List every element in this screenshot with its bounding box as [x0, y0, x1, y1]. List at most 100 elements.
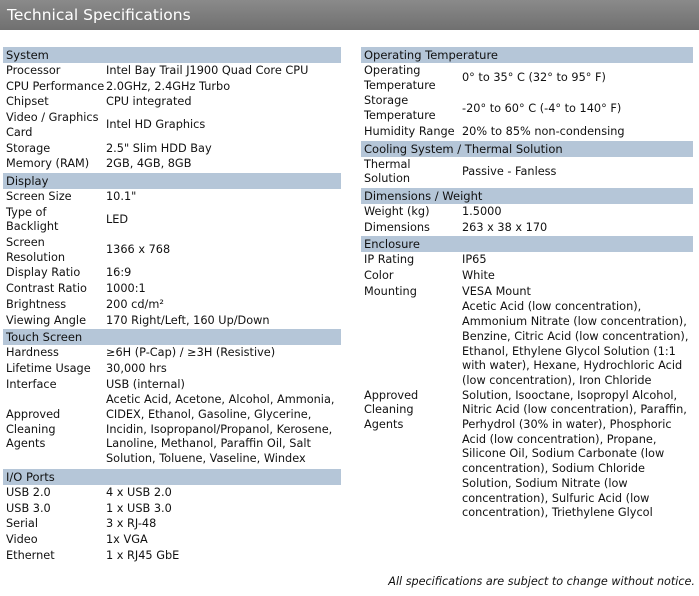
- spec-value: 20% to 85% non-condensing: [462, 124, 625, 138]
- section-header-display: Display: [3, 172, 341, 189]
- spec-row: Weight (kg) 1.5000: [361, 205, 693, 220]
- spec-key: Processor: [6, 64, 61, 77]
- spec-row: Screen Resolution 1366 x 768: [3, 236, 341, 265]
- spec-row: Approved Cleaning Agents Acetic Acid (low…: [361, 300, 693, 521]
- section-header-dimensions-weight: Dimensions / Weight: [361, 187, 693, 204]
- spec-key: Hardness: [6, 346, 59, 360]
- spec-value: LED: [106, 212, 129, 226]
- spec-row: Mounting VESA Mount: [361, 285, 693, 300]
- section-header-operating-temperature: Operating Temperature: [361, 47, 693, 63]
- spec-row: Storage 2.5" Slim HDD Bay: [3, 142, 341, 157]
- spec-key: Video / Graphics Card: [6, 111, 99, 139]
- spec-row: Brightness 200 cd/m²: [3, 298, 341, 313]
- spec-value: IP65: [462, 253, 487, 267]
- spec-row: Display Ratio 16:9: [3, 266, 341, 281]
- spec-row: Approved Cleaning Agents Acetic Acid, Ace…: [3, 393, 341, 467]
- spec-key: Ethernet: [6, 548, 55, 562]
- spec-row: CPU Performance 2.0GHz, 2.4GHz Turbo: [3, 80, 341, 95]
- spec-value: CPU integrated: [106, 95, 192, 109]
- spec-key: Screen Resolution: [6, 236, 66, 264]
- spec-key: Humidity Range: [364, 124, 455, 138]
- spec-row: Type of Backlight LED: [3, 206, 341, 235]
- spec-row: USB 2.0 4 x USB 2.0: [3, 486, 341, 501]
- spec-row: Operating Temperature 0° to 35° C (32° to…: [361, 64, 693, 93]
- spec-value: Acetic Acid (low concentration), Ammoniu…: [462, 300, 689, 520]
- spec-value: 16:9: [106, 266, 132, 280]
- spec-value: 170 Right/Left, 160 Up/Down: [106, 313, 270, 327]
- spec-key: Thermal Solution: [364, 157, 411, 186]
- spec-row: Screen Size 10.1": [3, 190, 341, 205]
- disclaimer-note: All specifications are subject to change…: [388, 575, 695, 588]
- spec-key: Video: [6, 532, 38, 546]
- spec-row: Color White: [361, 269, 693, 284]
- spec-value: 1000:1: [106, 282, 146, 296]
- spec-key: Interface: [6, 377, 57, 391]
- spec-row: Contrast Ratio 1000:1: [3, 282, 341, 297]
- spec-key: Display Ratio: [6, 266, 81, 280]
- spec-key: Serial: [6, 517, 38, 531]
- spec-value: 2GB, 4GB, 8GB: [106, 157, 192, 171]
- spec-value: 1 x RJ45 GbE: [106, 548, 180, 562]
- spec-value: VESA Mount: [462, 284, 531, 298]
- spec-value: White: [462, 269, 495, 283]
- spec-key: Type of Backlight: [6, 205, 59, 234]
- spec-key: USB 3.0: [6, 501, 51, 515]
- spec-row: Thermal Solution Passive - Fanless: [361, 158, 693, 187]
- spec-key: Brightness: [6, 297, 67, 311]
- page-title: Technical Specifications: [0, 0, 699, 30]
- spec-value: 1x VGA: [106, 532, 148, 546]
- section-header-cooling-system: Cooling System / Thermal Solution: [361, 140, 693, 157]
- spec-row: IP Rating IP65: [361, 253, 693, 268]
- spec-value: Intel HD Graphics: [106, 118, 206, 132]
- spec-row: Ethernet 1 x RJ45 GbE: [3, 549, 341, 564]
- spec-value: 30,000 hrs: [106, 361, 167, 375]
- right-column: Operating Temperature Operating Temperat…: [361, 47, 693, 522]
- spec-row: Dimensions 263 x 38 x 170: [361, 221, 693, 236]
- spec-key: Contrast Ratio: [6, 282, 87, 296]
- spec-row: Chipset CPU integrated: [3, 95, 341, 110]
- spec-value: ≥6H (P-Cap) / ≥3H (Resistive): [106, 346, 276, 360]
- spec-key: Dimensions: [364, 220, 430, 234]
- section-header-io-ports: I/O Ports: [3, 468, 341, 485]
- spec-row: Humidity Range 20% to 85% non-condensing: [361, 125, 693, 140]
- spec-key: Weight (kg): [364, 204, 430, 218]
- spec-value: 10.1": [106, 189, 137, 203]
- spec-key: IP Rating: [364, 253, 415, 267]
- spec-row: Storage Temperature -20° to 60° C (-4° to…: [361, 94, 693, 123]
- spec-key: Memory (RAM): [6, 157, 90, 171]
- spec-value: 3 x RJ-48: [106, 517, 157, 531]
- spec-value: Passive - Fanless: [462, 164, 557, 178]
- spec-value: 4 x USB 2.0: [106, 485, 172, 499]
- spec-row: Video 1x VGA: [3, 533, 341, 548]
- section-header-system: System: [3, 47, 341, 63]
- spec-row: Serial 3 x RJ-48: [3, 517, 341, 532]
- spec-key: Viewing Angle: [6, 313, 87, 327]
- spec-value: 1.5000: [462, 204, 502, 218]
- spec-key: Approved Cleaning Agents: [6, 408, 61, 451]
- spec-key: Storage: [6, 141, 51, 155]
- spec-value: 1366 x 768: [106, 243, 171, 257]
- spec-value: -20° to 60° C (-4° to 140° F): [462, 101, 622, 115]
- spec-row: Viewing Angle 170 Right/Left, 160 Up/Down: [3, 314, 341, 329]
- spec-key: Chipset: [6, 95, 49, 109]
- spec-row: Memory (RAM) 2GB, 4GB, 8GB: [3, 157, 341, 172]
- spec-row: Hardness ≥6H (P-Cap) / ≥3H (Resistive): [3, 346, 341, 361]
- spec-value: 1 x USB 3.0: [106, 501, 172, 515]
- section-header-enclosure: Enclosure: [361, 236, 693, 253]
- spec-key: USB 2.0: [6, 485, 51, 499]
- spec-row: Video / Graphics Card Intel HD Graphics: [3, 111, 341, 140]
- left-column: System Processor Intel Bay Trail J1900 Qu…: [3, 47, 341, 564]
- spec-key: Approved Cleaning Agents: [364, 388, 419, 432]
- spec-key: Mounting: [364, 284, 417, 298]
- spec-key: Color: [364, 269, 394, 283]
- section-header-touch-screen: Touch Screen: [3, 329, 341, 346]
- spec-row: Interface USB (internal): [3, 378, 341, 393]
- spec-row: Processor Intel Bay Trail J1900 Quad Core…: [3, 64, 341, 79]
- spec-value: USB (internal): [106, 377, 185, 391]
- spec-value: 263 x 38 x 170: [462, 220, 548, 234]
- spec-value: 2.5" Slim HDD Bay: [106, 141, 212, 155]
- spec-value: 200 cd/m²: [106, 297, 164, 311]
- spec-key: Screen Size: [6, 189, 72, 203]
- spec-row: USB 3.0 1 x USB 3.0: [3, 502, 341, 517]
- spec-value: 0° to 35° C (32° to 95° F): [462, 71, 606, 85]
